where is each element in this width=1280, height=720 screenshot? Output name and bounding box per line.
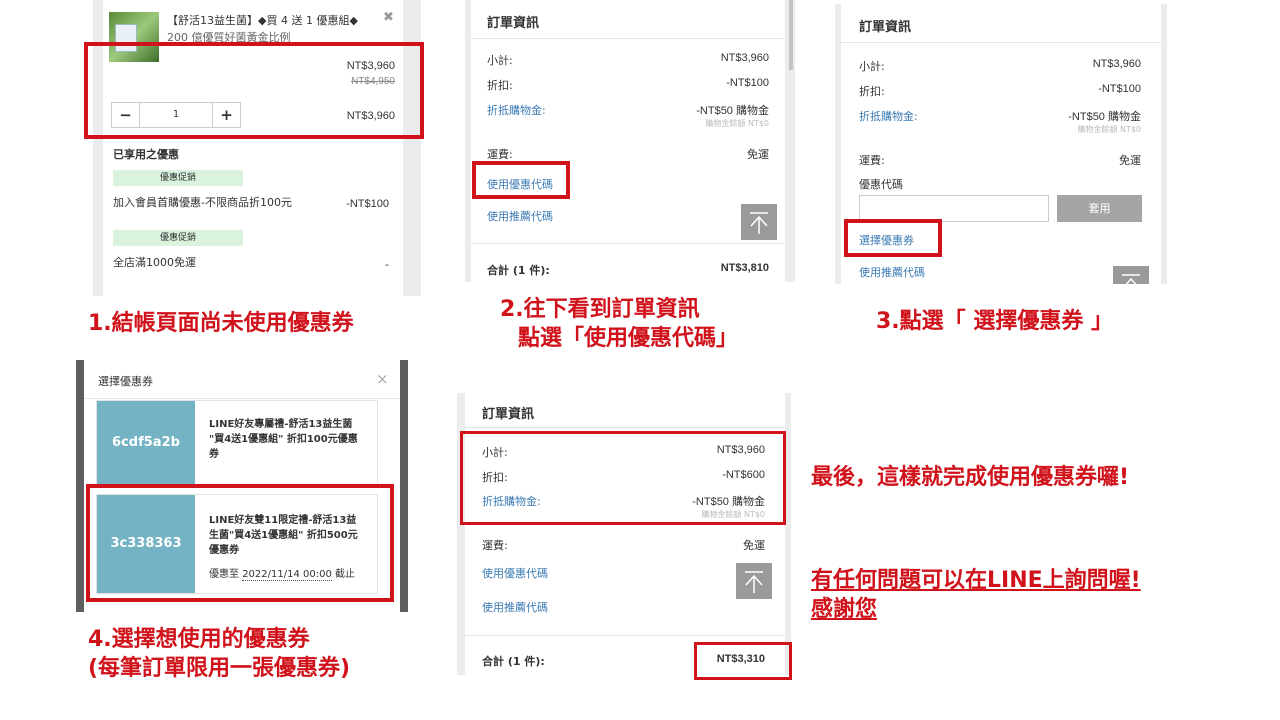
step4-caption: 4.選擇想使用的優惠券 (每筆訂單限用一張優惠券) [88, 626, 350, 683]
promo-description: 加入會員首購優惠-不限商品折100元 [113, 196, 292, 209]
coupon-desc-line: "買4送1優惠組" 折扣100元優惠 [209, 434, 358, 445]
promo-description: 全店滿1000免運 [113, 256, 196, 269]
step3-caption: 3.點選「 選擇優惠券 」 [876, 308, 1113, 337]
step-text: 結帳頁面尚未使用優惠券 [111, 311, 354, 336]
promo-tag: 優惠促銷 [113, 230, 243, 246]
back-to-top-icon[interactable] [736, 563, 772, 599]
scrollbar-thumb[interactable] [789, 0, 793, 70]
promo-amount: -NT$100 [346, 198, 389, 210]
subtotal-label: 小計: [487, 54, 513, 67]
highlight-box [844, 219, 942, 257]
order-info-title: 訂單資訊 [482, 407, 535, 422]
subtotal-label: 小計: [859, 60, 885, 73]
discount-value: -NT$100 [726, 77, 769, 89]
store-credit-value: -NT$50 購物金 [696, 105, 769, 117]
highlight-box [472, 161, 570, 199]
step-text: 點選「 選擇優惠券 」 [899, 309, 1113, 334]
coupon-code: 6cdf5a2b [97, 401, 195, 485]
shipping-value: 免運 [743, 539, 765, 552]
coupon-card[interactable]: 6cdf5a2b LINE好友專屬禮-舒活13益生菌 "買4送1優惠組" 折扣1… [96, 400, 378, 486]
promo-tag: 優惠促銷 [113, 170, 243, 186]
store-credit-balance: 購物金餘額 NT$0 [1077, 125, 1141, 134]
total-label: 合計 (1 件): [487, 264, 550, 277]
applied-promos-title: 已享用之優惠 [113, 148, 179, 161]
step-number: 4. [88, 627, 112, 652]
apply-coupon-button[interactable]: 套用 [1057, 195, 1142, 222]
contact-line: 有任何問題可以在LINE上詢問喔! [811, 568, 1141, 593]
order-info-panel: 訂單資訊 小計: NT$3,960 折扣: -NT$100 折抵購物金: -NT… [465, 0, 795, 282]
product-name[interactable]: 【舒活13益生菌】◆買 4 送 1 優惠組◆ 200 億優質好菌黃金比例 [167, 12, 377, 46]
discount-label: 折扣: [487, 79, 513, 92]
coupon-code-input[interactable] [859, 195, 1049, 222]
thanks-line: 感謝您 [811, 596, 878, 622]
close-icon[interactable]: × [376, 370, 389, 388]
highlight-box [694, 642, 792, 680]
highlight-box [460, 431, 786, 525]
step-number: 2. [500, 297, 524, 322]
step-text: 往下看到訂單資訊 [523, 297, 700, 322]
store-credit-balance: 購物金餘額 NT$0 [705, 119, 769, 128]
step-note: (每筆訂單限用一張優惠券) [88, 655, 351, 681]
use-referral-code-link[interactable]: 使用推薦代碼 [487, 208, 553, 224]
total-label: 合計 (1 件): [482, 655, 545, 668]
discount-value: -NT$100 [1098, 83, 1141, 95]
shipping-value: 免運 [747, 148, 769, 161]
total-value: NT$3,810 [720, 262, 769, 274]
product-name-line1: 【舒活13益生菌】◆買 4 送 1 優惠組◆ [167, 14, 358, 27]
subtotal-value: NT$3,960 [1092, 58, 1141, 70]
modal-title: 選擇優惠券 [98, 375, 153, 388]
remove-item-icon[interactable]: ✖ [383, 10, 394, 25]
step-text: 選擇想使用的優惠券 [111, 627, 310, 652]
final-message: 最後，這樣就完成使用優惠券囉! [811, 465, 1130, 490]
use-coupon-code-link[interactable]: 使用優惠代碼 [482, 565, 548, 581]
back-to-top-icon[interactable] [1113, 266, 1149, 284]
step2-caption: 2.往下看到訂單資訊 點選「使用優惠代碼」 [500, 296, 738, 353]
use-referral-code-link[interactable]: 使用推薦代碼 [482, 599, 548, 615]
step-text: 點選「使用優惠代碼」 [518, 325, 739, 351]
contact-message: 有任何問題可以在LINE上詢問喔! 感謝您 [811, 567, 1141, 624]
subtotal-value: NT$3,960 [720, 52, 769, 64]
coupon-code-label: 優惠代碼 [859, 178, 903, 191]
back-to-top-icon[interactable] [741, 204, 777, 240]
order-info-title: 訂單資訊 [487, 16, 540, 31]
shipping-value: 免運 [1119, 154, 1141, 167]
shipping-label: 運費: [859, 154, 885, 167]
store-credit-link[interactable]: 折抵購物金: [859, 108, 918, 124]
highlight-box [86, 484, 394, 602]
use-referral-code-link[interactable]: 使用推薦代碼 [859, 264, 925, 280]
coupon-desc-line: 券 [209, 449, 219, 460]
highlight-box [84, 42, 424, 139]
step1-caption: 1.結帳頁面尚未使用優惠券 [88, 310, 354, 339]
order-info-title: 訂單資訊 [859, 20, 912, 35]
step-number: 3. [876, 309, 900, 334]
shipping-label: 運費: [482, 539, 508, 552]
coupon-desc-line: LINE好友專屬禮-舒活13益生菌 [209, 419, 353, 430]
promo-amount: - [385, 258, 389, 271]
store-credit-value: -NT$50 購物金 [1068, 111, 1141, 123]
shipping-label: 運費: [487, 148, 513, 161]
step-number: 1. [88, 311, 112, 336]
store-credit-link[interactable]: 折抵購物金: [487, 102, 546, 118]
discount-label: 折扣: [859, 85, 885, 98]
coupon-description: LINE好友專屬禮-舒活13益生菌 "買4送1優惠組" 折扣100元優惠 券 [209, 417, 374, 462]
